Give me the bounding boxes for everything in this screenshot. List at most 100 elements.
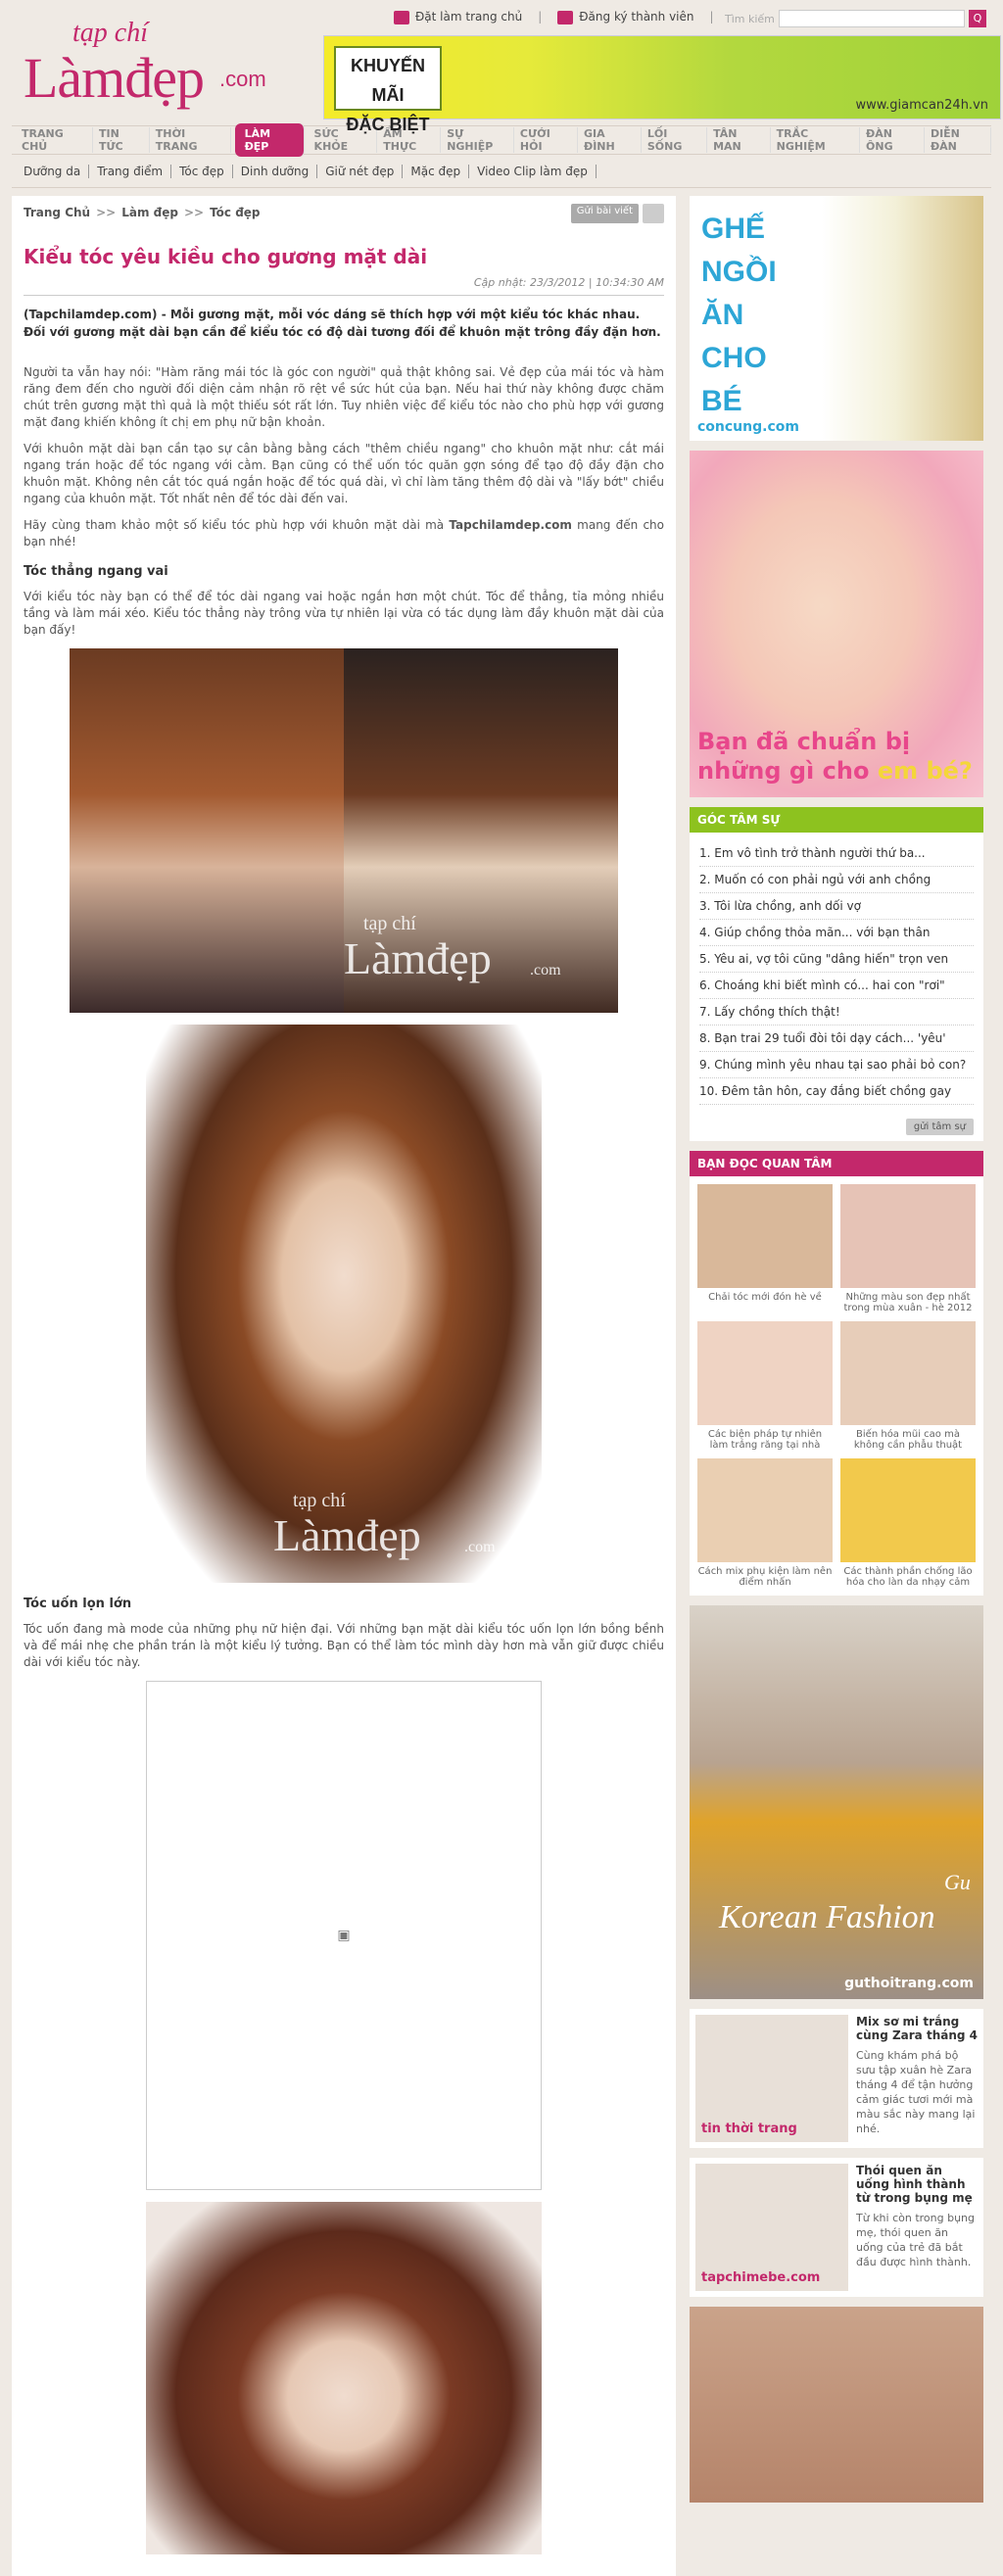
story-desc: Từ khi còn trong bụng mẹ, thói quen ăn u… xyxy=(856,2212,976,2268)
article-p1: Người ta vẫn hay nói: "Hàm răng mái tóc … xyxy=(24,365,664,429)
top-sep-2: | xyxy=(709,10,714,24)
ad-concung[interactable]: GHẾ NGỒI ĂN CHO BÉ concung.com xyxy=(690,196,983,441)
breadcrumb-sep: >> xyxy=(96,206,117,219)
site-logo[interactable]: tạp chí Làmđẹp .com xyxy=(24,18,268,110)
article-p5: Tóc uốn đang mà mode của những phụ nữ hi… xyxy=(24,1622,664,1669)
article-updated: Cập nhật: 23/3/2012 | 10:34:30 AM xyxy=(24,276,664,296)
search-label: Tìm kiếm xyxy=(725,12,775,25)
logo-big: Làmđẹp xyxy=(24,46,205,110)
confide-item[interactable]: 8. Bạn trai 29 tuổi đòi tôi dạy cách... … xyxy=(699,1026,974,1052)
hair-photo-3 xyxy=(146,2202,542,2554)
ad-baby-line2a: những gì cho xyxy=(697,757,870,785)
article-content: Trang Chủ >> Làm đẹp >> Tóc đẹp Gửi bài … xyxy=(12,196,676,2576)
send-article-button[interactable]: Gửi bài viết xyxy=(570,204,639,223)
nav-item-12[interactable]: ĐÀN ÔNG xyxy=(860,127,925,153)
send-confide-button[interactable]: gửi tâm sự xyxy=(905,1119,974,1135)
banner-promo-line2: ĐẶC BIỆT xyxy=(346,115,430,134)
story-title[interactable]: Thói quen ăn uống hình thành từ trong bụ… xyxy=(856,2164,978,2205)
ad-bottom[interactable] xyxy=(690,2307,983,2503)
nav-item-0[interactable]: TRANG CHỦ xyxy=(16,127,93,153)
home-link[interactable]: Đặt làm trang chủ xyxy=(394,10,522,24)
nav-item-13[interactable]: DIỄN ĐÀN xyxy=(925,127,991,153)
subnav-item-5[interactable]: Mặc đẹp xyxy=(403,164,470,178)
watermark-big: Làmđẹp xyxy=(344,933,492,983)
ad-baby[interactable]: Bạn đã chuẩn bị những gì cho em bé? xyxy=(690,451,983,797)
reader-caption: Chải tóc mới đón hè về xyxy=(708,1292,822,1303)
breadcrumb-lamdep[interactable]: Làm đẹp xyxy=(121,206,178,219)
confide-send-wrap: gửi tâm sự xyxy=(690,1113,983,1141)
nav-item-1[interactable]: TIN TỨC xyxy=(93,127,150,153)
nav-item-8[interactable]: GIA ĐÌNH xyxy=(578,127,642,153)
breadcrumb-home[interactable]: Trang Chủ xyxy=(24,206,90,219)
confide-item[interactable]: 4. Giúp chồng thỏa mãn... với bạn thân xyxy=(699,920,974,946)
rss-icon[interactable] xyxy=(643,204,664,223)
confide-item[interactable]: 7. Lấy chồng thích thật! xyxy=(699,999,974,1026)
story-text: Mix sơ mi trắng cùng Zara tháng 4 Cùng kh… xyxy=(856,2015,978,2142)
subnav-item-3[interactable]: Dinh dưỡng xyxy=(233,164,318,178)
story-thumb: tapchimebe.com xyxy=(695,2164,848,2291)
p3-bold: Tapchilamdep.com xyxy=(449,518,572,532)
article-title: Kiểu tóc yêu kiều cho gương mặt dài xyxy=(24,245,428,268)
nav-item-7[interactable]: CƯỚI HỎI xyxy=(514,127,578,153)
story-desc: Cùng khám phá bộ sưu tập xuân hè Zara th… xyxy=(856,2049,976,2135)
breadcrumb: Trang Chủ >> Làm đẹp >> Tóc đẹp xyxy=(24,206,664,219)
story-item[interactable]: tapchimebe.com Thói quen ăn uống hình thà… xyxy=(690,2158,983,2297)
reader-item[interactable]: Chải tóc mới đón hè về xyxy=(697,1184,833,1313)
confide-item[interactable]: 1. Em vô tình trở thành người thứ ba... xyxy=(699,840,974,867)
confide-item[interactable]: 10. Đêm tân hôn, cay đắng biết chồng gay xyxy=(699,1078,974,1105)
subnav-item-0[interactable]: Dưỡng da xyxy=(24,164,90,178)
nav-item-6[interactable]: SỰ NGHIỆP xyxy=(441,127,514,153)
story-item[interactable]: tin thời trang Mix sơ mi trắng cùng Zara … xyxy=(690,2009,983,2148)
broken-image: ▣ xyxy=(146,1681,542,2190)
search-input[interactable] xyxy=(778,10,965,27)
nav-item-3[interactable]: LÀM ĐẸP xyxy=(234,123,305,157)
main-nav: TRANG CHỦ TIN TỨC THỜI TRANG LÀM ĐẸP SỨC KHỎ… xyxy=(12,123,991,157)
nav-item-9[interactable]: LỐI SỐNG xyxy=(642,127,708,153)
confide-item[interactable]: 6. Choáng khi biết mình có... hai con "r… xyxy=(699,973,974,999)
reader-item[interactable]: Các thành phần chống lão hóa cho làn da … xyxy=(840,1458,976,1588)
confide-item[interactable]: 2. Muốn có con phải ngủ với anh chồng xyxy=(699,867,974,893)
logo-com: .com xyxy=(219,67,266,91)
header-banner-ad[interactable]: KHUYẾN MÃI ĐẶC BIỆT www.giamcan24h.vn xyxy=(323,35,1001,134)
reader-caption: Cách mix phụ kiện làm nên điểm nhấn xyxy=(697,1566,833,1588)
reader-caption: Những màu son đẹp nhất trong mùa xuân - … xyxy=(843,1292,973,1313)
reader-thumb xyxy=(840,1184,976,1288)
story-title[interactable]: Mix sơ mi trắng cùng Zara tháng 4 xyxy=(856,2015,978,2042)
article-p4: Với kiểu tóc này bạn có thể để tóc dài n… xyxy=(24,590,664,637)
ad-korean-site: guthoitrang.com xyxy=(844,1976,974,1991)
reader-thumb xyxy=(697,1458,833,1562)
reader-thumb xyxy=(697,1184,833,1288)
search-button[interactable]: Q xyxy=(968,10,986,27)
story-thumb: tin thời trang xyxy=(695,2015,848,2142)
confide-item[interactable]: 5. Yêu ai, vợ tôi cũng "dâng hiến" trọn … xyxy=(699,946,974,973)
top-sep: | xyxy=(538,10,543,24)
nav-item-10[interactable]: TÂN MAN xyxy=(707,127,771,153)
ad-korean-fashion[interactable]: Korean Fashion Gu guthoitrang.com xyxy=(690,1605,983,1999)
hair-photo-2: tạp chí Làmđẹp .com xyxy=(146,1025,542,1583)
confide-item[interactable]: 9. Chúng mình yêu nhau tại sao phải bỏ c… xyxy=(699,1052,974,1078)
users-icon xyxy=(557,10,574,24)
watermark-big-2: Làmđẹp xyxy=(273,1510,421,1560)
readers-box: BẠN ĐỌC QUAN TÂM Chải tóc mới đón hè về N… xyxy=(690,1151,983,1596)
confide-item[interactable]: 3. Tôi lừa chồng, anh dối vợ xyxy=(699,893,974,920)
breadcrumb-tocdep[interactable]: Tóc đẹp xyxy=(210,206,260,219)
register-link[interactable]: Đăng ký thành viên xyxy=(557,10,694,24)
reader-item[interactable]: Cách mix phụ kiện làm nên điểm nhấn xyxy=(697,1458,833,1588)
reader-caption: Các thành phần chống lão hóa cho làn da … xyxy=(843,1566,973,1588)
nav-item-11[interactable]: TRẮC NGHIỆM xyxy=(771,127,861,153)
reader-item[interactable]: Những màu son đẹp nhất trong mùa xuân - … xyxy=(840,1184,976,1313)
readers-grid: Chải tóc mới đón hè về Những màu son đẹp … xyxy=(690,1176,983,1596)
subnav-item-2[interactable]: Tóc đẹp xyxy=(171,164,233,178)
confide-list: 1. Em vô tình trở thành người thứ ba... 2… xyxy=(690,833,983,1113)
nav-item-2[interactable]: THỜI TRANG xyxy=(150,127,231,153)
subnav-item-4[interactable]: Giữ nét đẹp xyxy=(317,164,404,178)
heading-straight: Tóc thẳng ngang vai xyxy=(24,564,168,579)
reader-item[interactable]: Biến hóa mũi cao mà không cần phẫu thuật xyxy=(840,1321,976,1451)
ad-baby-line1: Bạn đã chuẩn bị xyxy=(697,728,911,755)
reader-item[interactable]: Các biện pháp tự nhiên làm trắng răng tạ… xyxy=(697,1321,833,1451)
reader-thumb xyxy=(697,1321,833,1425)
subnav-item-1[interactable]: Trang điểm xyxy=(89,164,172,178)
article-lead: (Tapchilamdep.com) - Mỗi gương mặt, mỗi … xyxy=(24,308,661,339)
subnav-item-6[interactable]: Video Clip làm đẹp xyxy=(469,164,597,178)
banner-promo: KHUYẾN MÃI ĐẶC BIỆT xyxy=(334,46,442,134)
